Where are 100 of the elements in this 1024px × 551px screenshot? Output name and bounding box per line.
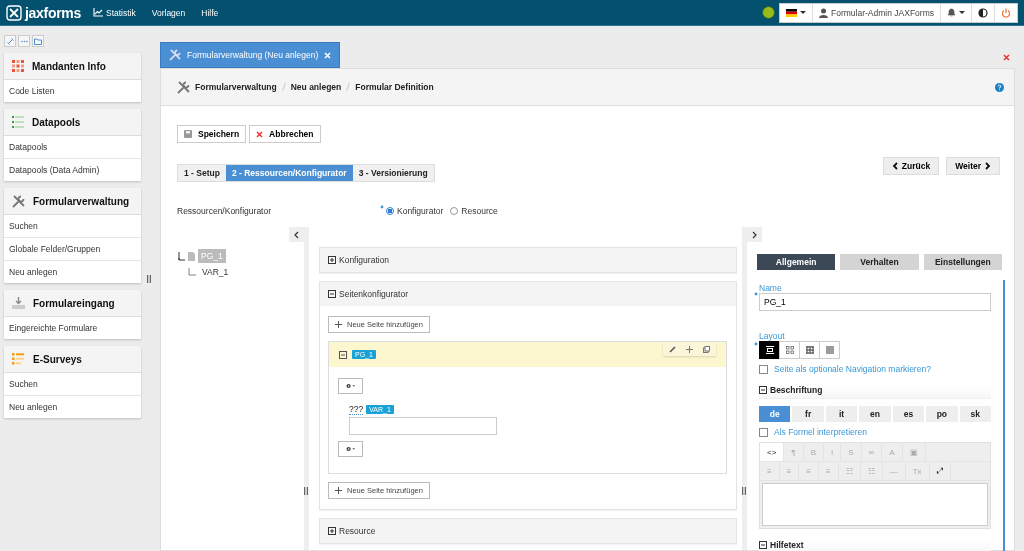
wizard-step-tab[interactable]: 1 - Setup xyxy=(178,165,226,181)
language-tab[interactable]: fr xyxy=(792,406,824,422)
plus-icon xyxy=(335,487,342,494)
list-icon xyxy=(12,353,25,365)
chevron-left-icon xyxy=(294,230,299,239)
sidebar-section-header[interactable]: Mandanten Info xyxy=(4,53,141,80)
save-icon xyxy=(184,130,192,138)
list-icon xyxy=(12,116,24,128)
text-input[interactable] xyxy=(349,417,497,435)
close-icon xyxy=(256,130,264,138)
cancel-button[interactable]: Abbrechen xyxy=(249,125,321,143)
breadcrumb-separator-icon xyxy=(281,83,286,91)
name-input[interactable]: PG_1 xyxy=(759,293,991,311)
radio-option[interactable]: Resource xyxy=(450,206,498,216)
sidebar-section-header[interactable]: Datapools xyxy=(4,109,141,136)
bell-icon xyxy=(947,8,956,17)
sidebar-item[interactable]: Datapools (Data Admin) xyxy=(4,159,141,181)
properties-tab[interactable]: Allgemein xyxy=(757,254,836,270)
plus-icon[interactable] xyxy=(686,346,693,353)
plus-box-icon xyxy=(328,256,336,264)
language-tab[interactable]: it xyxy=(825,406,858,422)
download-icon xyxy=(12,297,25,309)
language-tab[interactable]: po xyxy=(926,406,958,422)
panel-header[interactable]: Resource xyxy=(320,519,736,543)
plus-icon xyxy=(335,321,342,328)
chevron-left-icon xyxy=(891,162,898,170)
field-label: Layout xyxy=(759,331,786,341)
nav-link[interactable]: Statistik xyxy=(92,7,136,18)
user-icon xyxy=(819,7,829,18)
sidebar-item[interactable]: Neu anlegen xyxy=(4,396,141,418)
properties-tab[interactable]: Einstellungen xyxy=(923,254,1002,270)
splitter-handle-icon[interactable] xyxy=(742,487,746,495)
settings-dropdown[interactable] xyxy=(338,378,363,394)
chevron-right-icon xyxy=(985,162,991,170)
radio-option[interactable]: Konfigurator xyxy=(386,206,444,216)
link-button[interactable] xyxy=(4,35,16,47)
sidebar-section-header[interactable]: Formularverwaltung xyxy=(4,188,141,215)
nav-link[interactable]: Hilfe xyxy=(201,7,219,18)
save-button[interactable]: Speichern xyxy=(177,125,247,143)
copy-icon[interactable] xyxy=(703,346,710,353)
breadcrumb-link[interactable]: Formularverwaltung xyxy=(195,82,277,92)
section-header[interactable]: Beschriftung xyxy=(759,385,991,399)
panel-header[interactable]: Seitenkonfigurator xyxy=(320,282,736,306)
next-button[interactable]: Weiter xyxy=(946,157,1000,175)
sidebar-item[interactable]: Suchen xyxy=(4,373,141,396)
settings-dropdown[interactable] xyxy=(338,441,363,457)
help-icon[interactable] xyxy=(995,82,1004,92)
layout-option-button[interactable] xyxy=(759,341,780,359)
breadcrumb-link[interactable]: Neu anlegen xyxy=(290,82,342,92)
folder-button[interactable] xyxy=(32,35,44,47)
wizard-step-tab[interactable]: 3 - Versionierung xyxy=(352,165,434,181)
field-label: ??? xyxy=(349,404,364,415)
field-label: Name xyxy=(759,283,783,293)
pencil-icon[interactable] xyxy=(669,346,676,353)
sidebar-section-header[interactable]: Formulareingang xyxy=(4,290,141,317)
sidebar-item[interactable]: Suchen xyxy=(4,215,141,238)
tree-connector-icon xyxy=(177,251,185,261)
page-icon xyxy=(188,251,195,261)
splitter-handle-icon[interactable] xyxy=(147,275,151,283)
four-squares-icon xyxy=(785,346,794,354)
flag-icon xyxy=(786,8,798,17)
chart-icon xyxy=(92,8,103,17)
sidebar-item[interactable]: Neu anlegen xyxy=(4,261,141,283)
sidebar-section-header[interactable]: E-Surveys xyxy=(4,346,141,373)
language-tab[interactable]: en xyxy=(859,406,891,422)
sidebar-item[interactable]: Eingereichte Formulare xyxy=(4,317,141,339)
section-header[interactable]: Hilfetext xyxy=(759,540,991,551)
folder-icon xyxy=(34,37,42,45)
logo-text: jaxforms xyxy=(25,4,81,21)
properties-tab[interactable]: Verhalten xyxy=(840,254,919,270)
close-icon[interactable] xyxy=(1003,53,1010,61)
plus-box-icon xyxy=(328,527,336,535)
nav-link[interactable]: Vorlagen xyxy=(151,7,186,18)
language-tab[interactable]: sk xyxy=(959,406,991,422)
panel-header[interactable]: Konfiguration xyxy=(320,248,736,272)
minus-box-icon[interactable] xyxy=(339,350,347,359)
logo-icon xyxy=(6,4,22,21)
sidebar-item[interactable]: Globale Felder/Gruppen xyxy=(4,238,141,261)
editor-toolbar-button[interactable]: <> xyxy=(760,443,785,461)
back-button[interactable]: Zurück xyxy=(882,157,940,175)
sidebar-item[interactable]: Code Listen xyxy=(4,80,141,102)
field-label: Ressourcen/Konfigurator xyxy=(177,206,273,216)
splitter-handle-icon[interactable] xyxy=(304,487,308,495)
tools-icon xyxy=(12,194,25,208)
breadcrumb-link[interactable]: Formular Definition xyxy=(355,82,434,92)
language-tab[interactable]: es xyxy=(892,406,925,422)
breadcrumb-separator-icon xyxy=(346,83,351,91)
gear-icon xyxy=(346,382,355,390)
tree-connector-icon xyxy=(188,268,196,276)
more-button[interactable] xyxy=(18,35,30,47)
editor-toolbar-button[interactable]: ⤢ xyxy=(929,462,951,480)
collapse-button[interactable] xyxy=(289,227,304,242)
tools-icon xyxy=(169,49,181,61)
sidebar-item[interactable]: Datapools xyxy=(4,136,141,159)
expand-button[interactable] xyxy=(747,227,762,242)
single-row-icon xyxy=(765,346,774,354)
tree-node[interactable]: VAR_1 xyxy=(199,265,232,279)
minus-box-icon xyxy=(759,386,767,394)
status-dot xyxy=(762,6,776,19)
tools-icon xyxy=(177,80,190,94)
